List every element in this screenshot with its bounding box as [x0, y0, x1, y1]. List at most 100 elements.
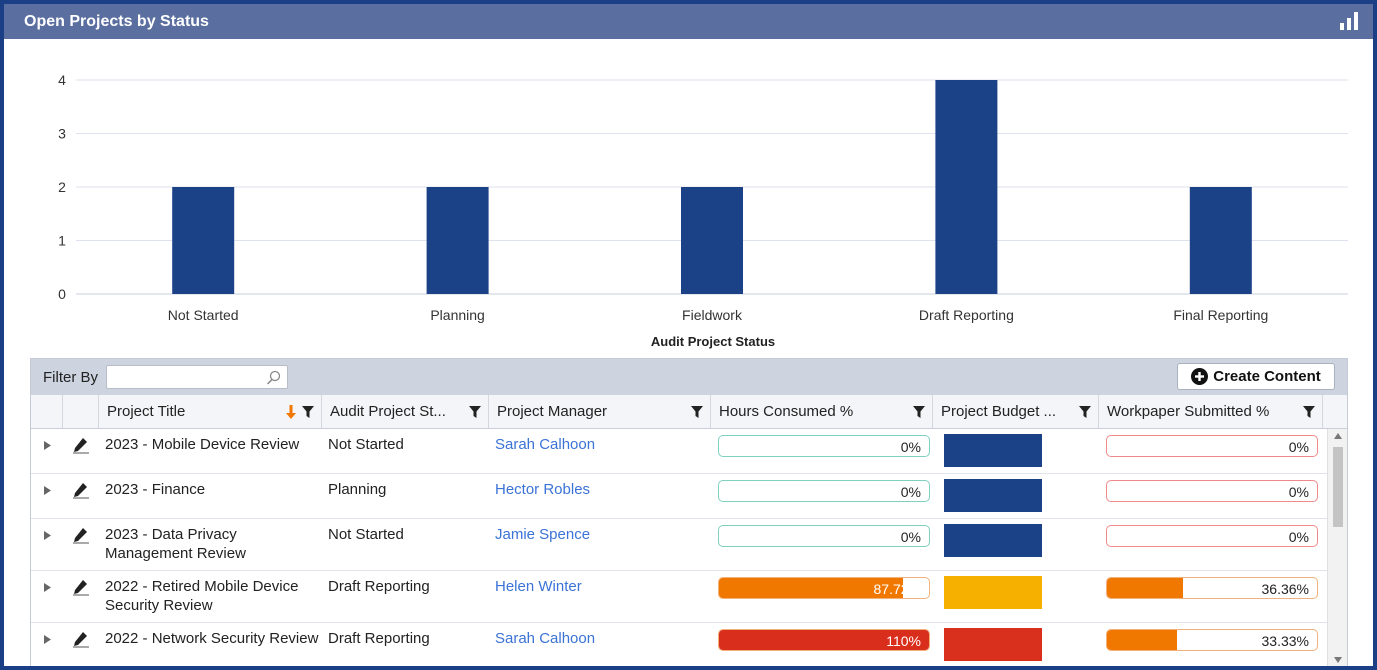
column-header-hours-consumed[interactable]: Hours Consumed % [711, 395, 933, 428]
expand-arrow-icon[interactable] [43, 583, 51, 592]
project-title: 2022 - Retired Mobile Device Security Re… [105, 578, 299, 614]
expander-cell[interactable] [31, 519, 63, 570]
dashboard-panel: Open Projects by Status 0 1 2 3 4 Not Starte… [4, 4, 1373, 666]
filter-icon[interactable] [1303, 406, 1315, 418]
panel-header: Open Projects by Status [4, 4, 1373, 39]
column-label: Audit Project St... [330, 403, 446, 420]
expand-arrow-icon[interactable] [43, 635, 51, 644]
plus-circle-icon [1191, 368, 1209, 385]
workpaper-progress-label: 0% [1288, 484, 1309, 500]
filter-icon[interactable] [913, 406, 925, 418]
bar-fieldwork[interactable] [681, 187, 743, 294]
y-tick-label: 1 [58, 233, 66, 249]
scroll-thumb[interactable] [1333, 447, 1343, 527]
expander-cell[interactable] [31, 429, 63, 473]
x-tick-label: Final Reporting [1173, 307, 1268, 323]
filter-input[interactable] [107, 366, 288, 388]
workpaper-submitted-cell: 0% [1099, 474, 1323, 518]
sort-descending-icon[interactable] [286, 404, 296, 420]
project-manager-cell: Hector Robles [489, 474, 711, 518]
column-header-project-title[interactable]: Project Title [99, 395, 322, 428]
workpaper-progress-bar: 33.33% [1106, 629, 1318, 651]
create-content-button[interactable]: Create Content [1177, 363, 1335, 390]
project-manager-cell: Sarah Calhoon [489, 429, 711, 473]
pencil-icon[interactable] [72, 578, 90, 596]
status-bar-chart: 0 1 2 3 4 Not Started Planning Fieldwork Draft … [58, 72, 1348, 349]
scroll-up-icon[interactable] [1334, 433, 1342, 439]
project-manager-cell: Sarah Calhoon [489, 623, 711, 666]
bar-draft-reporting[interactable] [935, 80, 998, 294]
filter-icon[interactable] [1079, 406, 1091, 418]
grid-rows: 2023 - Mobile Device Review Not Started Sa… [31, 429, 1327, 666]
expander-cell[interactable] [31, 623, 63, 666]
expander-cell[interactable] [31, 571, 63, 622]
y-tick-label: 4 [58, 72, 66, 88]
bar-final-reporting[interactable] [1189, 187, 1252, 294]
table-row[interactable]: 2023 - Data Privacy Management Review Not… [31, 519, 1327, 571]
bar-chart-icon[interactable] [1339, 11, 1359, 31]
filter-icon[interactable] [691, 406, 703, 418]
project-manager-link[interactable]: Sarah Calhoon [495, 436, 595, 453]
project-manager-link[interactable]: Helen Winter [495, 578, 582, 595]
budget-status-block [944, 628, 1042, 661]
y-tick-label: 2 [58, 179, 66, 195]
edit-cell[interactable] [63, 623, 99, 666]
project-manager-link[interactable]: Hector Robles [495, 481, 590, 498]
table-row[interactable]: 2022 - Retired Mobile Device Security Re… [31, 571, 1327, 623]
workpaper-progress-label: 0% [1288, 439, 1309, 455]
pencil-icon[interactable] [72, 436, 90, 454]
edit-cell[interactable] [63, 429, 99, 473]
expander-cell[interactable] [31, 474, 63, 518]
project-title: 2022 - Network Security Review [105, 630, 319, 647]
filter-icon[interactable] [302, 406, 314, 418]
workpaper-progress-fill [1107, 630, 1177, 650]
hours-progress-bar: 87.72% [718, 577, 930, 599]
column-label: Hours Consumed % [719, 403, 854, 420]
hours-consumed-cell: 0% [711, 519, 933, 570]
search-icon[interactable] [266, 370, 281, 385]
panel-title: Open Projects by Status [24, 12, 209, 30]
expand-arrow-icon[interactable] [43, 486, 51, 495]
edit-cell[interactable] [63, 474, 99, 518]
table-row[interactable]: 2023 - Finance Planning Hector Robles 0% 0% [31, 474, 1327, 519]
project-manager-link[interactable]: Sarah Calhoon [495, 630, 595, 647]
column-label: Project Manager [497, 403, 608, 420]
project-title-cell: 2023 - Data Privacy Management Review [99, 519, 322, 570]
table-row[interactable]: 2023 - Mobile Device Review Not Started Sa… [31, 429, 1327, 474]
filter-icon[interactable] [469, 406, 481, 418]
hours-consumed-cell: 87.72% [711, 571, 933, 622]
hours-progress-bar: 110% [718, 629, 930, 651]
project-title: 2023 - Finance [105, 481, 206, 498]
workpaper-progress-bar: 36.36% [1106, 577, 1318, 599]
expand-arrow-icon[interactable] [43, 531, 51, 540]
workpaper-submitted-cell: 36.36% [1099, 571, 1323, 622]
vertical-scrollbar[interactable] [1327, 429, 1347, 666]
audit-status: Draft Reporting [328, 630, 430, 647]
hours-progress-label: 0% [900, 529, 921, 545]
column-header-workpaper-submitted[interactable]: Workpaper Submitted % [1099, 395, 1323, 428]
workpaper-submitted-cell: 0% [1099, 519, 1323, 570]
pencil-icon[interactable] [72, 630, 90, 648]
project-manager-link[interactable]: Jamie Spence [495, 526, 590, 543]
scroll-down-icon[interactable] [1334, 657, 1342, 663]
project-title: 2023 - Data Privacy Management Review [105, 526, 246, 562]
header-expander [31, 395, 63, 428]
column-header-audit-status[interactable]: Audit Project St... [322, 395, 489, 428]
workpaper-progress-bar: 0% [1106, 435, 1318, 457]
bar-planning[interactable] [426, 187, 489, 294]
edit-cell[interactable] [63, 519, 99, 570]
audit-status-cell: Draft Reporting [322, 571, 489, 622]
pencil-icon[interactable] [72, 526, 90, 544]
audit-status: Not Started [328, 526, 404, 543]
edit-cell[interactable] [63, 571, 99, 622]
bar-not-started[interactable] [172, 187, 235, 294]
pencil-icon[interactable] [72, 481, 90, 499]
table-row[interactable]: 2022 - Network Security Review Draft Repo… [31, 623, 1327, 666]
column-header-project-budget[interactable]: Project Budget ... [933, 395, 1099, 428]
column-header-project-manager[interactable]: Project Manager [489, 395, 711, 428]
x-axis-title: Audit Project Status [651, 334, 775, 349]
expand-arrow-icon[interactable] [43, 441, 51, 450]
project-title-cell: 2023 - Finance [99, 474, 322, 518]
audit-status-cell: Draft Reporting [322, 623, 489, 666]
y-tick-label: 0 [58, 286, 66, 302]
